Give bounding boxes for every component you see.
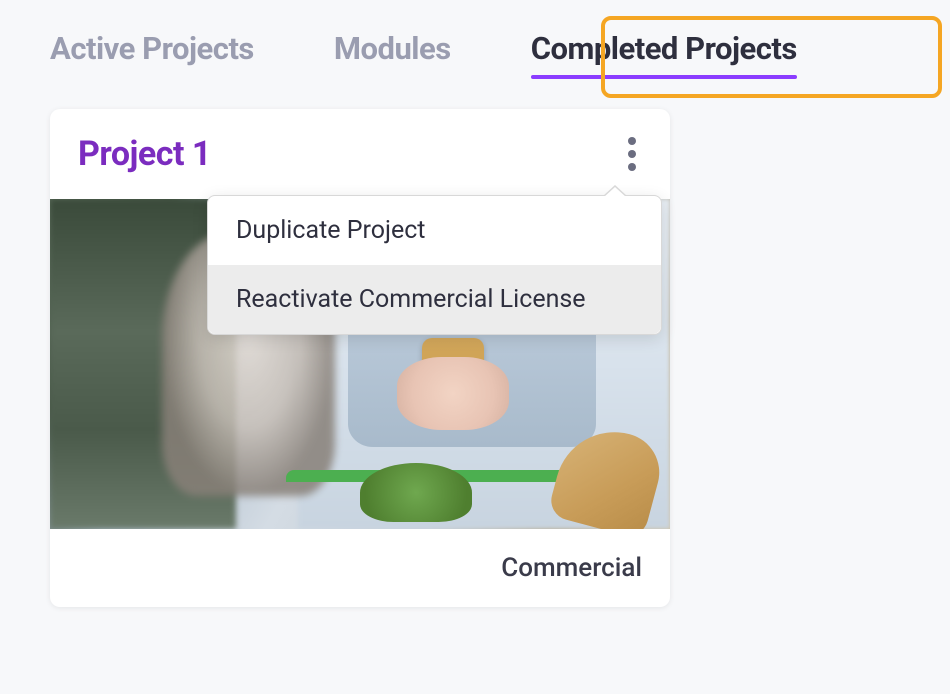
context-menu: Duplicate Project Reactivate Commercial … <box>207 195 662 335</box>
card-footer: Commercial <box>50 529 670 607</box>
tab-completed-projects[interactable]: Completed Projects <box>531 30 797 79</box>
card-header: Project 1 <box>50 109 670 199</box>
menu-item-duplicate-project[interactable]: Duplicate Project <box>208 196 661 265</box>
more-vertical-icon[interactable] <box>622 131 642 177</box>
content-area: Project 1 Commercial Duplicate Project R… <box>0 79 950 637</box>
license-type-label: Commercial <box>78 553 642 583</box>
project-card: Project 1 Commercial Duplicate Project R… <box>50 109 670 607</box>
tab-active-projects[interactable]: Active Projects <box>50 30 254 79</box>
menu-item-reactivate-commercial-license[interactable]: Reactivate Commercial License <box>208 265 661 334</box>
project-title: Project 1 <box>78 134 211 174</box>
tab-modules[interactable]: Modules <box>334 30 451 79</box>
tabs-bar: Active Projects Modules Completed Projec… <box>0 0 950 79</box>
